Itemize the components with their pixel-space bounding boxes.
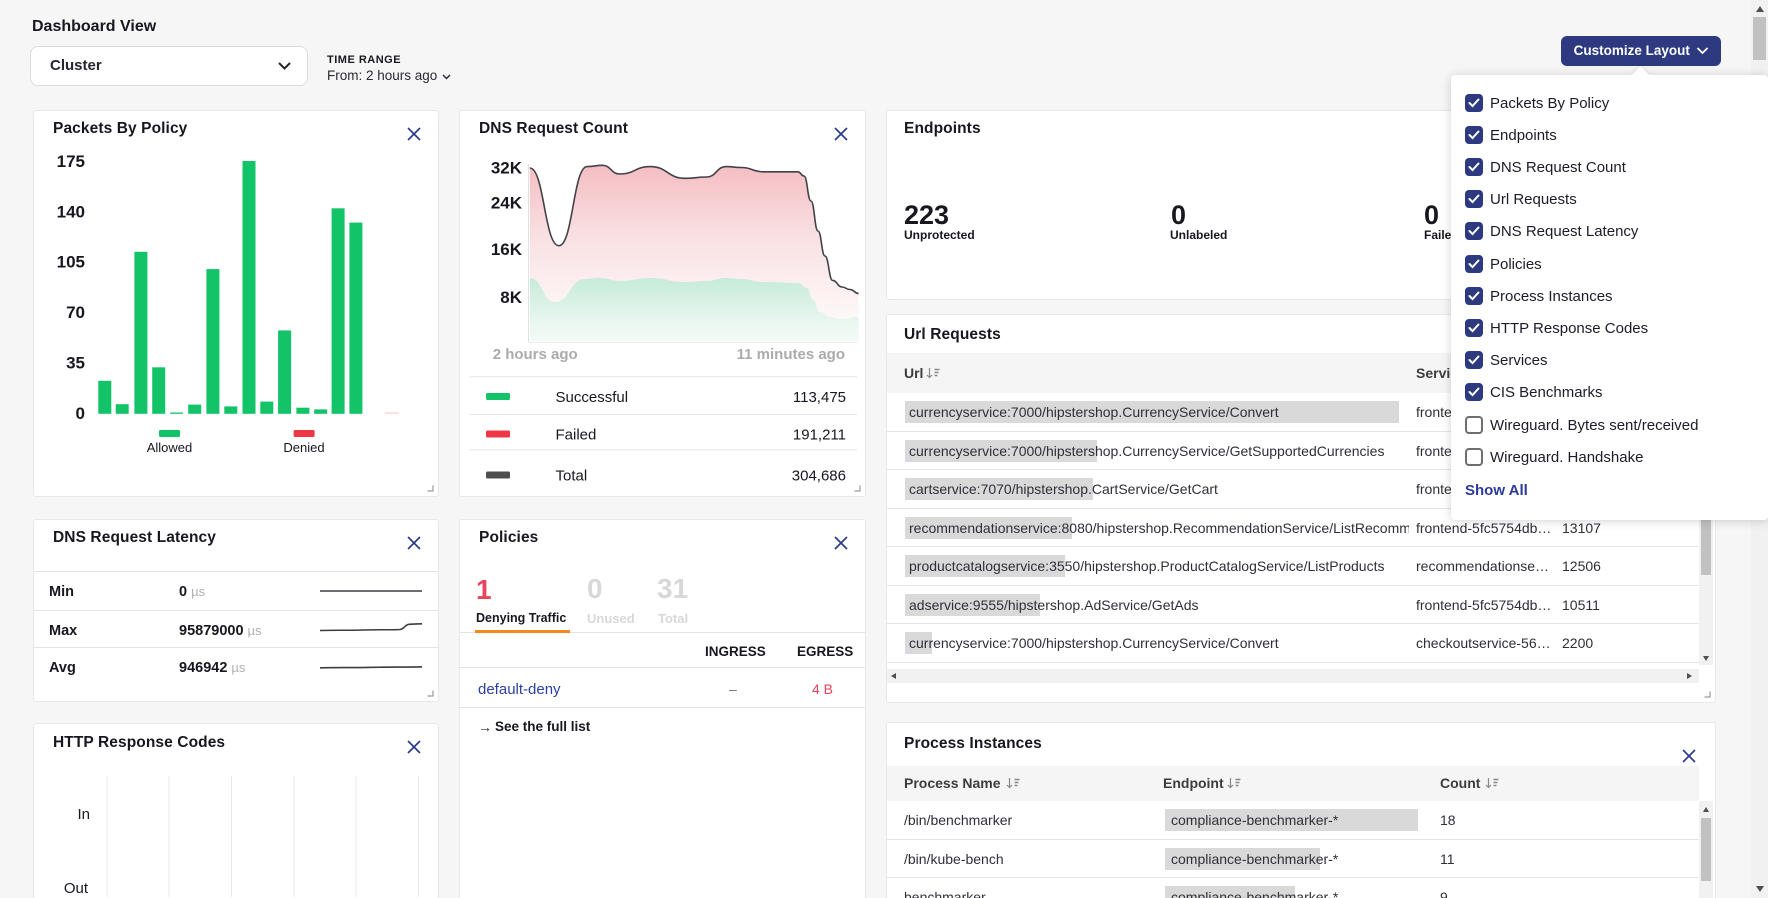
svg-text:24K: 24K [491, 194, 523, 213]
svg-text:105: 105 [57, 253, 85, 272]
svg-text:140: 140 [57, 203, 85, 222]
svg-text:Out: Out [64, 880, 89, 897]
svg-text:0: 0 [76, 404, 85, 423]
svg-text:113,475: 113,475 [793, 389, 846, 406]
svg-text:Failed: Failed [556, 427, 597, 444]
svg-text:8K: 8K [500, 288, 522, 307]
svg-text:175: 175 [57, 152, 85, 171]
svg-text:11 minutes ago: 11 minutes ago [737, 346, 845, 363]
svg-text:Allowed: Allowed [147, 440, 193, 455]
svg-text:Denied: Denied [283, 440, 324, 455]
svg-text:32K: 32K [491, 159, 523, 178]
svg-text:2 hours ago: 2 hours ago [493, 346, 578, 363]
svg-text:35: 35 [66, 354, 85, 373]
svg-text:Successful: Successful [556, 389, 629, 406]
svg-text:191,211: 191,211 [793, 427, 846, 444]
svg-text:70: 70 [66, 303, 85, 322]
svg-text:Total: Total [556, 468, 588, 485]
svg-text:In: In [77, 806, 90, 823]
svg-text:16K: 16K [491, 240, 523, 259]
svg-text:304,686: 304,686 [792, 468, 846, 485]
